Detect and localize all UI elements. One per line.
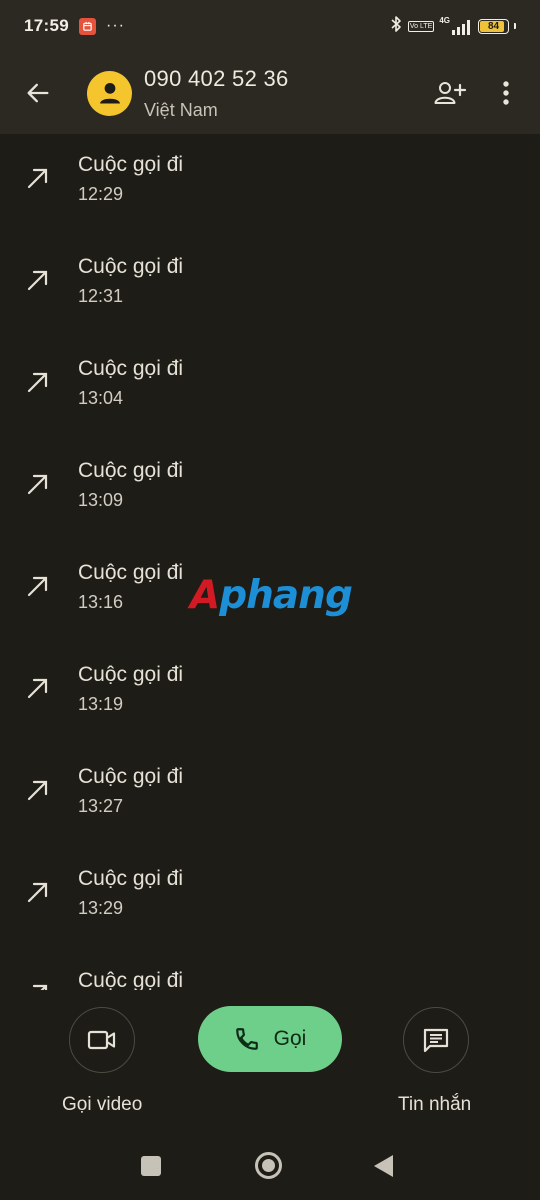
- call-type-label: Cuộc gọi đi: [78, 357, 184, 380]
- call-list-item[interactable]: Cuộc gọi đi 12:29: [0, 134, 540, 236]
- home-dot-icon: [262, 1159, 275, 1172]
- home-button[interactable]: [255, 1152, 282, 1179]
- outgoing-call-icon: [27, 168, 48, 189]
- outgoing-call-icon: [27, 576, 48, 597]
- call-time: 13:09: [78, 490, 124, 510]
- contact-country: Việt Nam: [144, 99, 218, 120]
- network-type: 4G: [439, 16, 450, 25]
- call-list-item[interactable]: Cuộc gọi đi 13:09: [0, 440, 540, 542]
- outgoing-call-icon: [27, 882, 48, 903]
- action-bar: Gọi Gọi video Tin nhắn: [0, 990, 540, 1130]
- outgoing-call-icon: [27, 780, 48, 801]
- notification-overflow: ···: [105, 17, 125, 34]
- call-time: 12:29: [78, 184, 124, 204]
- volte-indicator: Vo LTE: [407, 20, 435, 32]
- system-navigation-bar: [0, 1130, 540, 1200]
- more-options-button[interactable]: [478, 65, 534, 121]
- watermark-rest: phang: [219, 573, 353, 618]
- add-contact-button[interactable]: [422, 65, 478, 121]
- status-right: Vo LTE 4G 84: [389, 15, 516, 38]
- call-time: 13:29: [78, 898, 124, 918]
- call-type-label: Cuộc gọi đi: [78, 459, 184, 482]
- outgoing-call-icon: [27, 474, 48, 495]
- outgoing-call-icon: [27, 270, 48, 291]
- outgoing-call-icon: [27, 678, 48, 699]
- call-list-item[interactable]: Cuộc gọi đi 13:29: [0, 848, 540, 950]
- outgoing-call-icon: [27, 372, 48, 393]
- call-type-label: Cuộc gọi đi: [78, 153, 184, 176]
- bluetooth-icon: [389, 15, 403, 38]
- videocam-icon: [87, 1030, 116, 1050]
- phone-icon: [235, 1028, 258, 1050]
- call-type-label: Cuộc gọi đi: [78, 867, 184, 890]
- call-list-item[interactable]: Cuộc gọi đi 13:04: [0, 338, 540, 440]
- call-list-item[interactable]: Cuộc gọi đi 13:27: [0, 746, 540, 848]
- battery-icon: 84: [478, 18, 509, 34]
- watermark-logo: Aphang: [190, 573, 353, 618]
- watermark-first-letter: A: [190, 573, 220, 618]
- signal-icon: 4G: [439, 17, 473, 35]
- header-actions: [422, 65, 540, 121]
- call-type-label: Cuộc gọi đi: [78, 765, 184, 788]
- video-call-button[interactable]: [69, 1007, 135, 1073]
- message-label: Tin nhắn: [398, 1094, 472, 1115]
- call-time: 13:16: [78, 592, 124, 612]
- call-type-label: Cuộc gọi đi: [78, 969, 184, 990]
- call-history-screen: 17:59 ··· Vo LTE 4G 84 090 402 52 36 Việ…: [0, 0, 540, 1200]
- call-time: 13:04: [78, 388, 124, 408]
- call-time: 13:19: [78, 694, 124, 714]
- person-icon: [99, 82, 120, 104]
- outgoing-call-icon: [32, 984, 48, 990]
- call-type-label: Cuộc gọi đi: [78, 663, 184, 686]
- status-time: 17:59: [24, 16, 69, 35]
- call-button-label: Gọi: [273, 1027, 307, 1050]
- message-button[interactable]: [403, 1007, 469, 1073]
- status-left: 17:59 ···: [24, 16, 125, 36]
- video-call-label: Gọi video: [62, 1094, 143, 1115]
- call-time: 13:27: [78, 796, 124, 816]
- contact-number: 090 402 52 36: [144, 65, 289, 91]
- contact-info: 090 402 52 36 Việt Nam: [144, 66, 289, 121]
- call-time: 12:31: [78, 286, 124, 306]
- battery-level: 84: [487, 20, 500, 32]
- call-list-item[interactable]: Cuộc gọi đi 13:19: [0, 644, 540, 746]
- contact-avatar[interactable]: [87, 70, 132, 116]
- arrow-back-icon: [27, 83, 49, 103]
- call-list-item[interactable]: Cuộc gọi đi: [0, 950, 540, 990]
- status-bar: 17:59 ··· Vo LTE 4G 84: [0, 0, 540, 52]
- call-list-item[interactable]: Cuộc gọi đi 12:31: [0, 236, 540, 338]
- add-person-icon: [434, 82, 467, 104]
- back-button[interactable]: [0, 52, 76, 134]
- calendar-app-icon: [78, 17, 96, 35]
- call-button[interactable]: Gọi: [198, 1006, 342, 1072]
- battery-tip: [514, 23, 516, 29]
- call-type-label: Cuộc gọi đi: [78, 255, 184, 278]
- recents-button[interactable]: [141, 1156, 161, 1176]
- more-vert-icon: [503, 81, 509, 105]
- message-icon: [423, 1028, 449, 1053]
- call-type-label: Cuộc gọi đi: [78, 561, 184, 584]
- call-history-list: Cuộc gọi đi 12:29 Cuộc gọi đi 12:31 Cuộc…: [0, 134, 540, 990]
- nav-back-button[interactable]: [374, 1155, 393, 1177]
- app-header: 090 402 52 36 Việt Nam: [0, 52, 540, 134]
